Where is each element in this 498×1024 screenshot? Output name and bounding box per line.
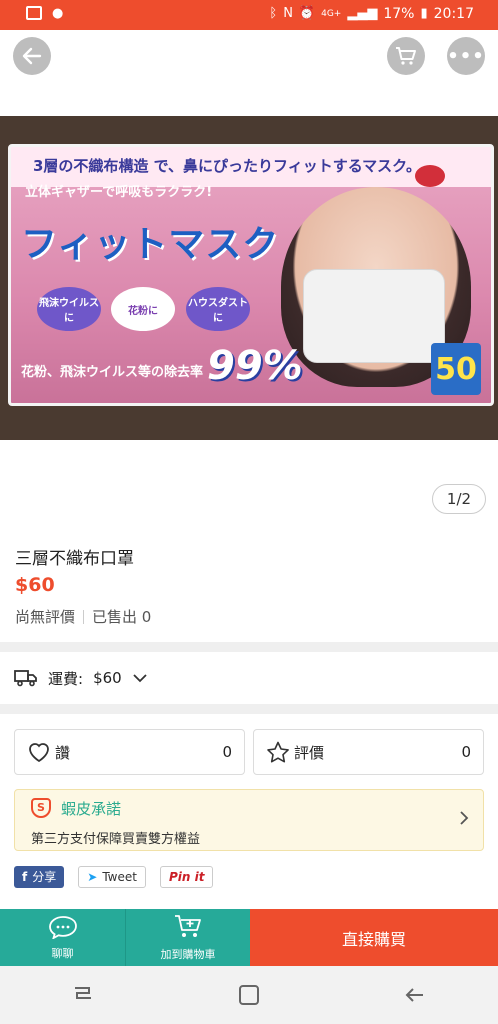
twitter-share-label: Tweet (102, 870, 137, 884)
status-bar: ● ᛒ N ⏰ 4G+ ▂▄▆ 17% ▮ 20:17 (0, 0, 498, 30)
product-price: $60 (15, 574, 55, 596)
home-icon[interactable] (237, 983, 261, 1007)
battery-percent: 17% (383, 6, 415, 22)
guarantee-description: 第三方支付保障買賣雙方權益 (31, 832, 201, 847)
shield-icon: S (31, 798, 51, 818)
mask-illustration (303, 269, 445, 363)
add-cart-icon (175, 914, 201, 937)
box-pill-1: 飛沫ウイルスに (37, 287, 101, 331)
product-photo: 3層の不織布構造 で、鼻にぴったりフィットするマスク。 立体ギャザーで呼吸もラク… (0, 116, 498, 440)
box-title: フィットマスク (21, 224, 280, 265)
back-button[interactable] (13, 37, 51, 75)
shipping-row[interactable]: 運費: $60 (0, 652, 498, 704)
share-row: f 分享 ➤ Tweet Pin it (14, 866, 214, 888)
truck-icon (14, 670, 37, 687)
heart-icon (29, 743, 49, 763)
box-subtitle: 花粉、飛沫ウイルス等の除去率 (21, 365, 204, 380)
review-label: 評價 (294, 743, 325, 762)
shipping-label: 運費: (48, 669, 84, 688)
gallery-notification-icon (26, 6, 42, 20)
bottom-action-bar: 聊聊 加到購物車 直接購買 (0, 909, 498, 966)
buy-now-button[interactable]: 直接購買 (250, 909, 498, 966)
pinterest-share-button[interactable]: Pin it (159, 866, 214, 888)
like-review-row: 讚 0 評價 0 (14, 729, 484, 775)
guarantee-title: 蝦皮承諾 (61, 800, 122, 818)
recent-apps-icon[interactable] (71, 984, 95, 1006)
android-nav-bar (0, 966, 498, 1024)
buy-now-label: 直接購買 (341, 929, 406, 949)
box-pill-2: 花粉に (111, 287, 175, 331)
review-button[interactable]: 評價 0 (253, 729, 484, 775)
box-text-line2: 立体ギャザーで呼吸もラクラク! (25, 185, 213, 200)
add-to-cart-button[interactable]: 加到購物車 (125, 909, 250, 966)
box-count: 50 (431, 343, 481, 395)
facebook-icon: f (22, 870, 28, 884)
more-icon: ••• (447, 45, 485, 67)
nfc-icon: N (283, 6, 293, 21)
arrow-left-icon (22, 47, 42, 65)
twitter-icon: ➤ (87, 870, 98, 884)
star-icon (267, 741, 289, 763)
more-button[interactable]: ••• (447, 37, 485, 75)
cart-icon (396, 47, 416, 65)
like-label: 讚 (55, 743, 71, 762)
review-count: 0 (461, 743, 471, 761)
divider (83, 609, 85, 624)
rating-text[interactable]: 尚無評價 (15, 606, 75, 627)
network-type: 4G+ (321, 9, 342, 19)
clock: 20:17 (433, 6, 474, 22)
cart-button[interactable] (387, 37, 425, 75)
facebook-share-label: 分享 (32, 870, 57, 884)
chat-button[interactable]: 聊聊 (0, 909, 125, 966)
like-button[interactable]: 讚 0 (14, 729, 245, 775)
add-to-cart-label: 加到購物車 (160, 947, 216, 961)
chat-icon (48, 915, 77, 939)
sold-count: 已售出 0 (92, 608, 152, 626)
bluetooth-icon: ᛒ (269, 6, 278, 21)
battery-icon: ▮ (420, 6, 428, 21)
product-info: 三層不織布口罩 $60 尚無評價 已售出 0 (0, 526, 498, 642)
mask-box: 3層の不織布構造 で、鼻にぴったりフィットするマスク。 立体ギャザーで呼吸もラク… (8, 144, 494, 406)
box-text-line1: 3層の不織布構造 で、鼻にぴったりフィットするマスク。 (33, 157, 421, 175)
box-pill-3: ハウスダストに (186, 287, 250, 331)
signal-icon: ▂▄▆ (347, 6, 378, 21)
twitter-share-button[interactable]: ➤ Tweet (78, 866, 146, 888)
shipping-value: $60 (93, 669, 122, 687)
product-image-carousel[interactable]: 3層の不織布構造 で、鼻にぴったりフィットするマスク。 立体ギャザーで呼吸もラク… (0, 86, 498, 526)
chat-label: 聊聊 (51, 946, 74, 960)
product-name: 三層不織布口罩 (15, 549, 134, 569)
box-rate: 99% (207, 343, 303, 389)
brand-logo (415, 165, 445, 187)
chevron-right-icon (460, 811, 469, 825)
pinterest-share-label: Pin it (168, 870, 205, 884)
chevron-down-icon (133, 674, 147, 683)
back-nav-icon[interactable] (403, 983, 427, 1007)
like-count: 0 (222, 743, 232, 761)
section-divider (0, 642, 498, 652)
section-divider (0, 704, 498, 714)
rating-row: 尚無評價 已售出 0 (15, 606, 151, 627)
image-counter: 1/2 (432, 484, 486, 514)
shopee-notification-icon: ● (52, 6, 64, 21)
alarm-icon: ⏰ (298, 6, 316, 21)
facebook-share-button[interactable]: f 分享 (14, 866, 65, 888)
shopee-guarantee[interactable]: S 蝦皮承諾 第三方支付保障買賣雙方權益 (14, 789, 484, 851)
top-nav: ••• (0, 30, 498, 86)
